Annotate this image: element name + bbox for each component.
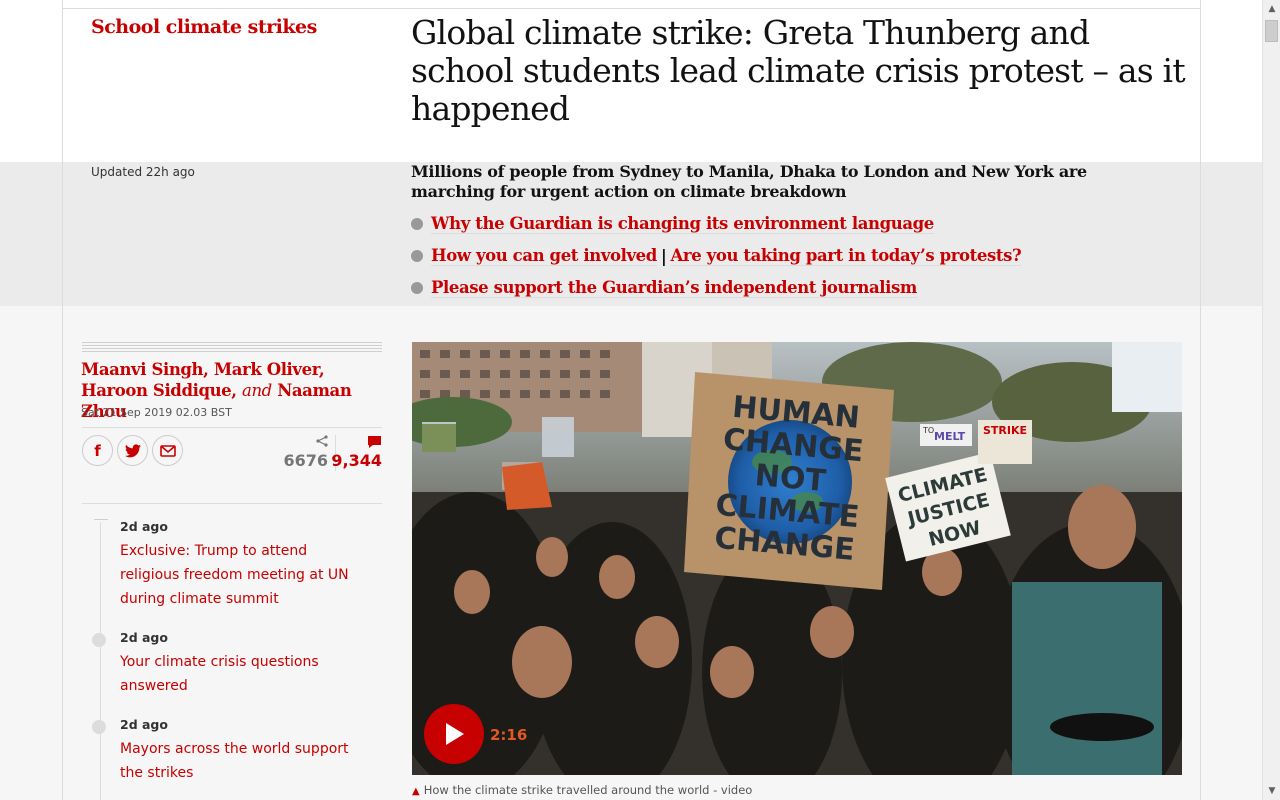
taking-part-link[interactable]: Are you taking part in today’s protests? bbox=[670, 246, 1022, 266]
email-share-button[interactable] bbox=[152, 435, 183, 466]
video-duration: 2:16 bbox=[490, 726, 528, 744]
social-buttons: f bbox=[82, 435, 183, 466]
byline-comma: , bbox=[203, 360, 209, 379]
timeline-time: 2d ago bbox=[120, 630, 168, 645]
byline-comma: , bbox=[231, 381, 237, 400]
caption-text: How the climate strike travelled around … bbox=[423, 783, 753, 797]
scrollbar-thumb[interactable] bbox=[1265, 20, 1278, 42]
bullet-dot-icon bbox=[411, 218, 423, 230]
bullet-dot-icon bbox=[411, 282, 423, 294]
publish-date: Sat 21 Sep 2019 02.03 BST bbox=[81, 406, 232, 419]
timeline-time: 2d ago bbox=[120, 519, 168, 534]
environment-language-link[interactable]: Why the Guardian is changing its environ… bbox=[431, 214, 934, 234]
vertical-scrollbar[interactable]: ▲ ▼ bbox=[1262, 0, 1280, 800]
author-link[interactable]: Maanvi Singh bbox=[81, 360, 204, 379]
scroll-up-icon[interactable]: ▲ bbox=[1264, 1, 1280, 17]
protest-photo: HUMAN CHANGE NOT CLIMATE CHANGE CLIMATE … bbox=[412, 342, 1182, 775]
timeline-title-link[interactable]: Your climate crisis questions answered bbox=[120, 650, 370, 698]
comment-count[interactable]: 9,344 bbox=[331, 451, 382, 470]
byline-rule bbox=[82, 342, 382, 353]
right-column-rule bbox=[1200, 0, 1201, 800]
comment-icon[interactable] bbox=[367, 435, 382, 449]
support-guardian-link[interactable]: Please support the Guardian’s independen… bbox=[431, 278, 917, 298]
play-button[interactable] bbox=[424, 704, 484, 764]
timeline-tick-icon bbox=[94, 519, 108, 520]
get-involved-link[interactable]: How you can get involved bbox=[431, 246, 657, 266]
caption-triangle-icon: ▲ bbox=[412, 786, 420, 797]
standfirst-links: Why the Guardian is changing its environ… bbox=[411, 208, 1022, 304]
video-caption: ▲ How the climate strike travelled around… bbox=[412, 783, 752, 797]
share-rule bbox=[82, 427, 382, 428]
facebook-share-button[interactable]: f bbox=[82, 435, 113, 466]
twitter-icon bbox=[124, 443, 141, 457]
sign-line: STRIKE bbox=[983, 424, 1027, 437]
timeline-title-link[interactable]: Mayors across the world support the stri… bbox=[120, 737, 370, 785]
timeline-line bbox=[100, 522, 101, 800]
left-column-rule bbox=[62, 0, 63, 800]
scroll-down-icon[interactable]: ▼ bbox=[1264, 783, 1280, 799]
series-link[interactable]: School climate strikes bbox=[91, 16, 317, 38]
share-count: 6676 bbox=[283, 451, 328, 470]
bullet-dot-icon bbox=[411, 250, 423, 262]
byline-comma: , bbox=[318, 360, 325, 379]
timeline-node-icon bbox=[92, 633, 106, 647]
bullet-item: Please support the Guardian’s independen… bbox=[411, 272, 1021, 304]
standfirst: Millions of people from Sydney to Manila… bbox=[411, 162, 1087, 201]
bullet-item: How you can get involved | Are you takin… bbox=[411, 240, 1022, 272]
timeline-node-icon bbox=[92, 720, 106, 734]
bullet-item: Why the Guardian is changing its environ… bbox=[411, 208, 1021, 240]
facebook-icon: f bbox=[94, 441, 101, 460]
timeline-time: 2d ago bbox=[120, 717, 168, 732]
link-separator: | bbox=[660, 246, 667, 266]
sign-line: MELT bbox=[934, 430, 966, 443]
video-player[interactable]: HUMAN CHANGE NOT CLIMATE CHANGE CLIMATE … bbox=[412, 342, 1182, 775]
article-page: School climate strikes Global climate st… bbox=[0, 0, 1262, 800]
play-icon bbox=[446, 723, 464, 745]
article-headline: Global climate strike: Greta Thunberg an… bbox=[411, 13, 1186, 128]
top-rule bbox=[63, 8, 1200, 9]
author-link[interactable]: Haroon Siddique bbox=[81, 381, 232, 400]
timeline-title-link[interactable]: Exclusive: Trump to attend religious fre… bbox=[120, 539, 370, 611]
updated-timestamp: Updated 22h ago bbox=[91, 165, 195, 179]
byline-and: and bbox=[242, 381, 272, 400]
twitter-share-button[interactable] bbox=[117, 435, 148, 466]
email-icon bbox=[159, 444, 176, 457]
author-link[interactable]: Mark Oliver bbox=[214, 360, 319, 379]
timeline-rule bbox=[82, 503, 382, 504]
engagement-counts: 6676 9,344 bbox=[283, 435, 382, 471]
sign-line: TO bbox=[922, 426, 934, 435]
share-icon bbox=[316, 435, 328, 447]
